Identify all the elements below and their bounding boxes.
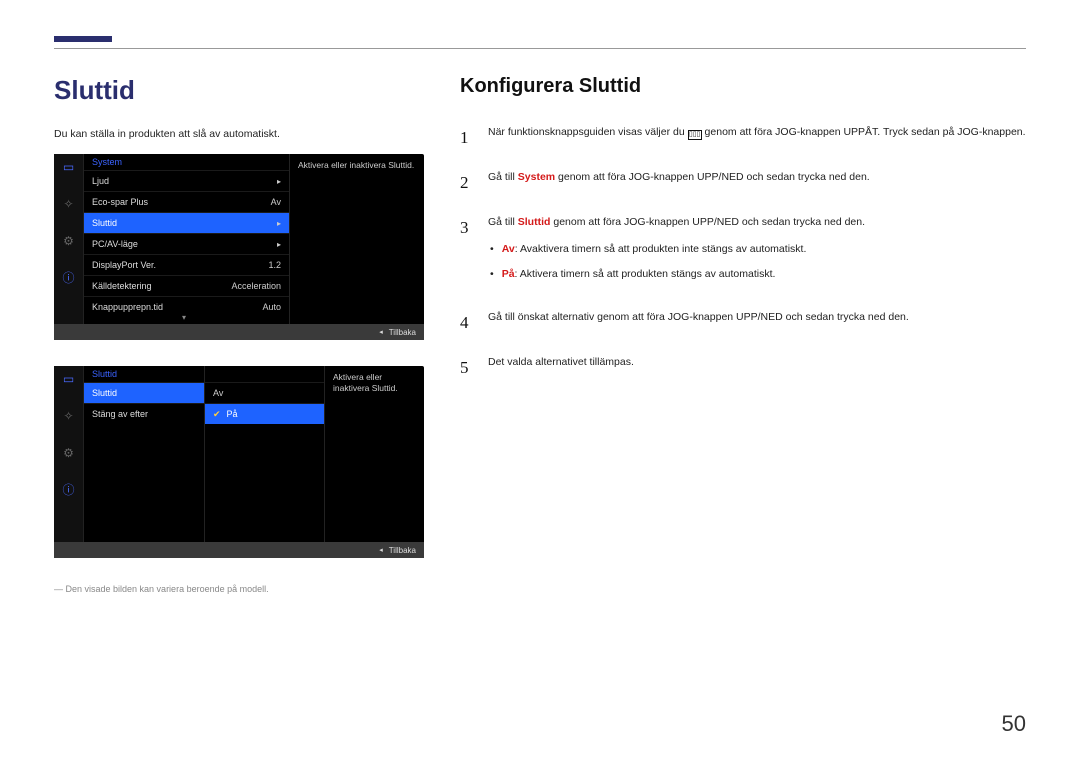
- osd-footer: ◂ Tillbaka: [54, 542, 424, 558]
- info-icon: ⓘ: [60, 481, 77, 498]
- menu-item-value: 1.2: [268, 260, 281, 270]
- step-text: Det valda alternativet tillämpas.: [488, 354, 634, 381]
- osd-description: Aktivera eller inaktivera Sluttid.: [289, 154, 424, 324]
- menu-item-displayport[interactable]: DisplayPort Ver. 1.2: [84, 254, 289, 275]
- highlight-av: Av: [502, 243, 515, 255]
- osd-sluttid-panel: ▭ ✧ ⚙ ⓘ Sluttid Sluttid Stäng av efter: [54, 366, 424, 558]
- bullet-av: Av: Avaktivera timern så att produkten i…: [490, 241, 865, 258]
- scroll-down-icon: ▾: [182, 313, 186, 322]
- osd-menu-header: System: [84, 154, 289, 170]
- option-label: Av: [213, 388, 223, 398]
- chevron-left-icon: ◂: [379, 328, 383, 336]
- chevron-right-icon: ▸: [277, 240, 281, 249]
- step-4: 4 Gå till önskat alternativ genom att fö…: [460, 309, 1026, 336]
- option-label: På: [227, 409, 238, 419]
- step-number: 3: [460, 214, 474, 290]
- step-number: 1: [460, 124, 474, 151]
- menu-icon: ▯▯▯: [688, 130, 702, 140]
- menu-item-pcav[interactable]: PC/AV-läge ▸: [84, 233, 289, 254]
- menu-item-ljud[interactable]: Ljud ▸: [84, 170, 289, 191]
- submenu-item-sluttid[interactable]: Sluttid: [84, 382, 204, 403]
- menu-item-value: Av: [271, 197, 281, 207]
- bullet-pa: På: Aktivera timern så att produkten stä…: [490, 266, 865, 283]
- footnote: ― Den visade bilden kan variera beroende…: [54, 584, 424, 594]
- step-2: 2 Gå till System genom att föra JOG-knap…: [460, 169, 1026, 196]
- header-rule: [54, 48, 1026, 49]
- menu-item-ecospar[interactable]: Eco-spar Plus Av: [84, 191, 289, 212]
- step-text: genom att föra JOG-knappen UPP/NED och s…: [555, 171, 870, 183]
- menu-item-value: Acceleration: [231, 281, 281, 291]
- bullet-text: : Avaktivera timern så att produkten int…: [515, 243, 807, 255]
- monitor-icon: ▭: [60, 370, 77, 387]
- step-number: 4: [460, 309, 474, 336]
- chevron-right-icon: ▸: [277, 219, 281, 228]
- step-number: 2: [460, 169, 474, 196]
- step-5: 5 Det valda alternativet tillämpas.: [460, 354, 1026, 381]
- target-icon: ✧: [60, 407, 77, 424]
- chevron-left-icon: ◂: [379, 546, 383, 554]
- osd-left-icons: ▭ ✧ ⚙ ⓘ: [54, 366, 84, 542]
- page-number: 50: [1002, 711, 1026, 737]
- back-label[interactable]: Tillbaka: [389, 546, 416, 555]
- menu-item-label: Källdetektering: [92, 281, 152, 291]
- menu-item-label: Sluttid: [92, 388, 117, 398]
- menu-item-label: PC/AV-läge: [92, 239, 138, 249]
- step-text: genom att föra JOG-knappen UPP/NED och s…: [550, 216, 865, 228]
- gear-icon: ⚙: [60, 232, 77, 249]
- step-text: Gå till: [488, 171, 518, 183]
- info-icon: ⓘ: [60, 269, 77, 286]
- step-text: genom att föra JOG-knappen UPPÅT. Tryck …: [705, 126, 1026, 138]
- monitor-icon: ▭: [60, 158, 77, 175]
- header-accent-bar: [54, 36, 112, 42]
- menu-item-label: DisplayPort Ver.: [92, 260, 156, 270]
- highlight-pa: På: [502, 268, 515, 280]
- step-text: När funktionsknappsguiden visas väljer d…: [488, 126, 688, 138]
- highlight-sluttid: Sluttid: [518, 216, 551, 228]
- osd-system-panel: ▭ ✧ ⚙ ⓘ System Ljud ▸ Eco-spar Plus Av: [54, 154, 424, 340]
- osd-menu-header: Sluttid: [84, 366, 204, 382]
- menu-item-label: Ljud: [92, 176, 109, 186]
- back-label[interactable]: Tillbaka: [389, 328, 416, 337]
- step-number: 5: [460, 354, 474, 381]
- menu-item-label: Eco-spar Plus: [92, 197, 148, 207]
- menu-item-label: Stäng av efter: [92, 409, 148, 419]
- step-3: 3 Gå till Sluttid genom att föra JOG-kna…: [460, 214, 1026, 290]
- menu-item-value: Auto: [262, 302, 281, 312]
- osd-footer: ◂ Tillbaka: [54, 324, 424, 340]
- page-title: Sluttid: [54, 75, 424, 106]
- target-icon: ✧: [60, 195, 77, 212]
- menu-item-knappupprepn[interactable]: Knappupprepn.tid Auto: [84, 296, 289, 317]
- menu-item-label: Knappupprepn.tid: [92, 302, 163, 312]
- highlight-system: System: [518, 171, 555, 183]
- step-1: 1 När funktionsknappsguiden visas väljer…: [460, 124, 1026, 151]
- option-av[interactable]: Av: [205, 382, 324, 403]
- chevron-right-icon: ▸: [277, 177, 281, 186]
- osd-description: Aktivera eller inaktivera Sluttid.: [324, 366, 424, 542]
- osd-left-icons: ▭ ✧ ⚙ ⓘ: [54, 154, 84, 324]
- check-icon: ✔: [213, 409, 221, 420]
- gear-icon: ⚙: [60, 444, 77, 461]
- menu-item-sluttid[interactable]: Sluttid ▸: [84, 212, 289, 233]
- menu-item-label: Sluttid: [92, 218, 117, 228]
- step-text: Gå till: [488, 216, 518, 228]
- step-text: Gå till önskat alternativ genom att föra…: [488, 309, 909, 336]
- submenu-item-stangavefter[interactable]: Stäng av efter: [84, 403, 204, 424]
- intro-text: Du kan ställa in produkten att slå av au…: [54, 128, 424, 140]
- section-title: Konfigurera Sluttid: [460, 75, 1026, 98]
- menu-item-kalldetektering[interactable]: Källdetektering Acceleration: [84, 275, 289, 296]
- option-pa[interactable]: ✔ På: [205, 403, 324, 424]
- bullet-text: : Aktivera timern så att produkten stäng…: [515, 268, 776, 280]
